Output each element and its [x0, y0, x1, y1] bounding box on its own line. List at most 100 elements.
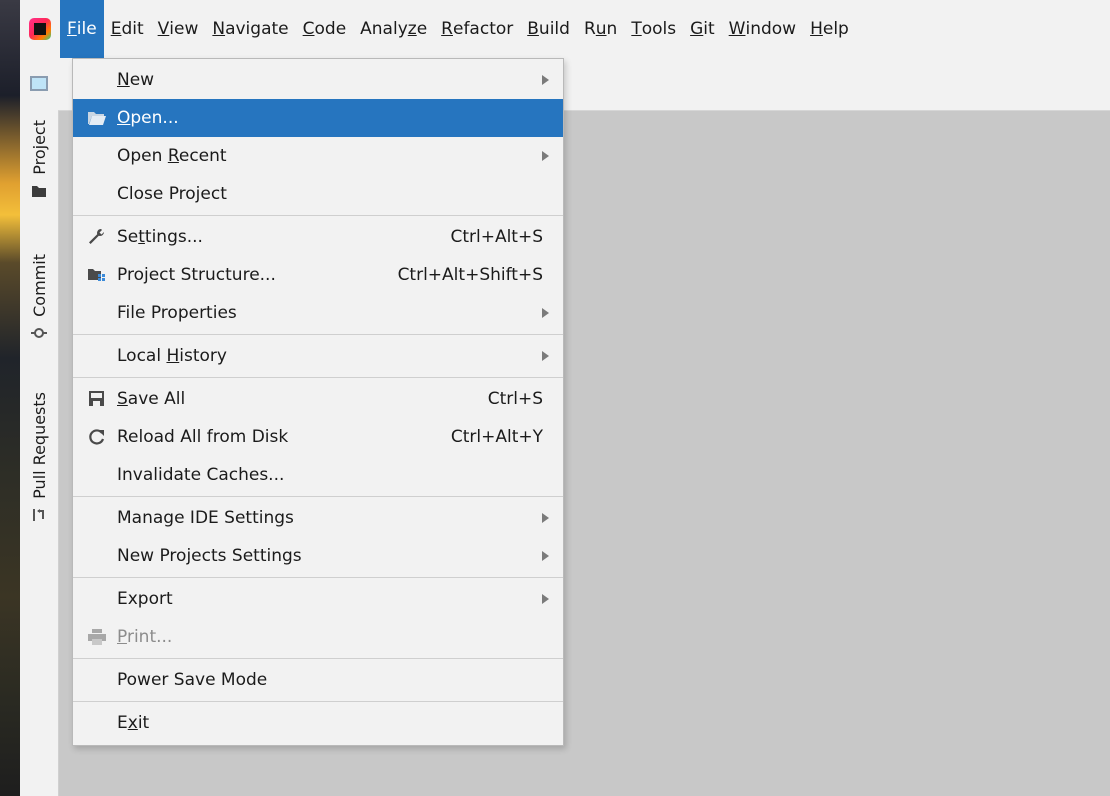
menu-item-close-project[interactable]: Close Project	[73, 175, 563, 213]
label-mnemonic: W	[728, 19, 746, 39]
label-mnemonic: V	[157, 19, 170, 39]
menu-item-save-all[interactable]: Save All Ctrl+S	[73, 380, 563, 418]
submenu-arrow-icon	[542, 594, 549, 604]
app-logo[interactable]	[20, 0, 60, 58]
project-view-icon[interactable]	[30, 76, 48, 91]
menu-item-reload-all[interactable]: Reload All from Disk Ctrl+Alt+Y	[73, 418, 563, 456]
label-post: efactor	[452, 19, 514, 39]
menu-separator	[73, 496, 563, 497]
menu-run[interactable]: Run	[577, 0, 624, 58]
menu-item-settings-label: Settings...	[117, 227, 203, 247]
menu-analyze[interactable]: Analy z e	[353, 0, 434, 58]
menu-item-exit[interactable]: Exit	[73, 704, 563, 742]
tool-tab-project[interactable]: Project	[20, 120, 58, 199]
menu-build[interactable]: Build	[520, 0, 577, 58]
tool-tab-commit[interactable]: Commit	[20, 254, 58, 341]
menu-item-reload-all-label: Reload All from Disk	[117, 427, 289, 447]
menu-tools[interactable]: Tools	[624, 0, 683, 58]
menu-item-print[interactable]: Print...	[73, 618, 563, 656]
main-menubar: File Edit View Navigate Code Analy z e Refactor B…	[20, 0, 1110, 58]
menu-item-export-label: Export	[117, 589, 173, 609]
tool-tab-project-label: Project	[29, 120, 49, 175]
tool-tab-pull-requests-label: Pull Requests	[29, 392, 49, 499]
desktop-background	[0, 0, 20, 796]
menu-file[interactable]: File	[60, 0, 104, 58]
menu-item-open-label: Open...	[117, 108, 179, 128]
reload-icon	[89, 429, 105, 445]
label-mnemonic: T	[631, 19, 642, 39]
menu-item-close-project-label: Close Project	[117, 184, 227, 204]
label-pre: Analy	[360, 19, 408, 39]
menu-item-save-all-label: Save All	[117, 389, 185, 409]
label-post: it	[137, 713, 150, 733]
label-mnemonic: R	[441, 19, 453, 39]
menu-item-new[interactable]: New	[73, 61, 563, 99]
menu-item-project-structure[interactable]: Project Structure... Ctrl+Alt+Shift+S	[73, 256, 563, 294]
menu-item-exit-label: Exit	[117, 713, 149, 733]
label-mnemonic: C	[302, 19, 315, 39]
menu-git[interactable]: Git	[683, 0, 722, 58]
menu-item-new-projects-settings[interactable]: New Projects Settings	[73, 537, 563, 575]
menu-refactor[interactable]: Refactor	[434, 0, 520, 58]
project-structure-icon	[88, 269, 105, 281]
menu-item-file-properties-label: File Properties	[117, 303, 237, 323]
menu-item-local-history[interactable]: Local History	[73, 337, 563, 375]
label-post: indow	[745, 19, 797, 39]
menu-item-settings[interactable]: Settings... Ctrl+Alt+S	[73, 218, 563, 256]
menu-separator	[73, 377, 563, 378]
menu-help[interactable]: Help	[803, 0, 856, 58]
label-mnemonic: E	[110, 19, 122, 39]
menu-window[interactable]: Window	[722, 0, 803, 58]
menu-separator	[73, 577, 563, 578]
label-post: e	[416, 19, 428, 39]
menu-item-reload-all-shortcut: Ctrl+Alt+Y	[450, 427, 543, 447]
menu-code[interactable]: Code	[296, 0, 354, 58]
label-pre: R	[583, 19, 596, 39]
label-pre: E	[117, 713, 128, 733]
menu-item-power-save-mode[interactable]: Power Save Mode	[73, 661, 563, 699]
submenu-arrow-icon	[542, 351, 549, 361]
label-post: ile	[76, 19, 97, 39]
label-mnemonic: F	[67, 19, 77, 39]
menu-separator	[73, 334, 563, 335]
label-mnemonic: N	[212, 19, 226, 39]
label-post: pen...	[130, 108, 179, 128]
menu-item-invalidate-caches[interactable]: Invalidate Caches...	[73, 456, 563, 494]
label-post: avigate	[225, 19, 289, 39]
tool-tab-commit-label: Commit	[29, 254, 49, 317]
menu-item-open-recent-label: Open Recent	[117, 146, 227, 166]
menu-item-local-history-label: Local History	[117, 346, 227, 366]
menu-item-invalidate-caches-label: Invalidate Caches...	[117, 465, 285, 485]
menu-item-manage-ide-settings-label: Manage IDE Settings	[117, 508, 294, 528]
menu-item-manage-ide-settings[interactable]: Manage IDE Settings	[73, 499, 563, 537]
label-post: tings...	[144, 227, 203, 247]
menu-separator	[73, 215, 563, 216]
menu-item-power-save-mode-label: Power Save Mode	[117, 670, 268, 690]
label-post: n	[606, 19, 618, 39]
menu-separator	[73, 701, 563, 702]
menu-navigate[interactable]: Navigate	[205, 0, 295, 58]
menu-item-save-all-shortcut: Ctrl+S	[487, 389, 543, 409]
label-post: ecent	[178, 146, 227, 166]
label-post: ode	[314, 19, 347, 39]
intellij-logo-icon	[29, 18, 51, 40]
menu-edit[interactable]: Edit	[104, 0, 151, 58]
menu-item-new-label: New	[117, 70, 154, 90]
label-mnemonic: N	[117, 70, 130, 90]
submenu-arrow-icon	[542, 513, 549, 523]
menu-item-project-structure-label: Project Structure...	[117, 265, 276, 285]
submenu-arrow-icon	[542, 75, 549, 85]
submenu-arrow-icon	[542, 308, 549, 318]
menu-view[interactable]: View	[151, 0, 206, 58]
menu-item-open[interactable]: Open...	[73, 99, 563, 137]
save-icon	[89, 391, 104, 406]
label-mnemonic: R	[167, 146, 179, 166]
menu-item-open-recent[interactable]: Open Recent	[73, 137, 563, 175]
label-mnemonic: H	[810, 19, 823, 39]
menu-item-file-properties[interactable]: File Properties	[73, 294, 563, 332]
tool-tab-pull-requests[interactable]: Pull Requests	[20, 392, 58, 523]
menu-separator	[73, 658, 563, 659]
menu-item-export[interactable]: Export	[73, 580, 563, 618]
label-mnemonic: P	[117, 627, 127, 647]
label-post: rint...	[126, 627, 173, 647]
